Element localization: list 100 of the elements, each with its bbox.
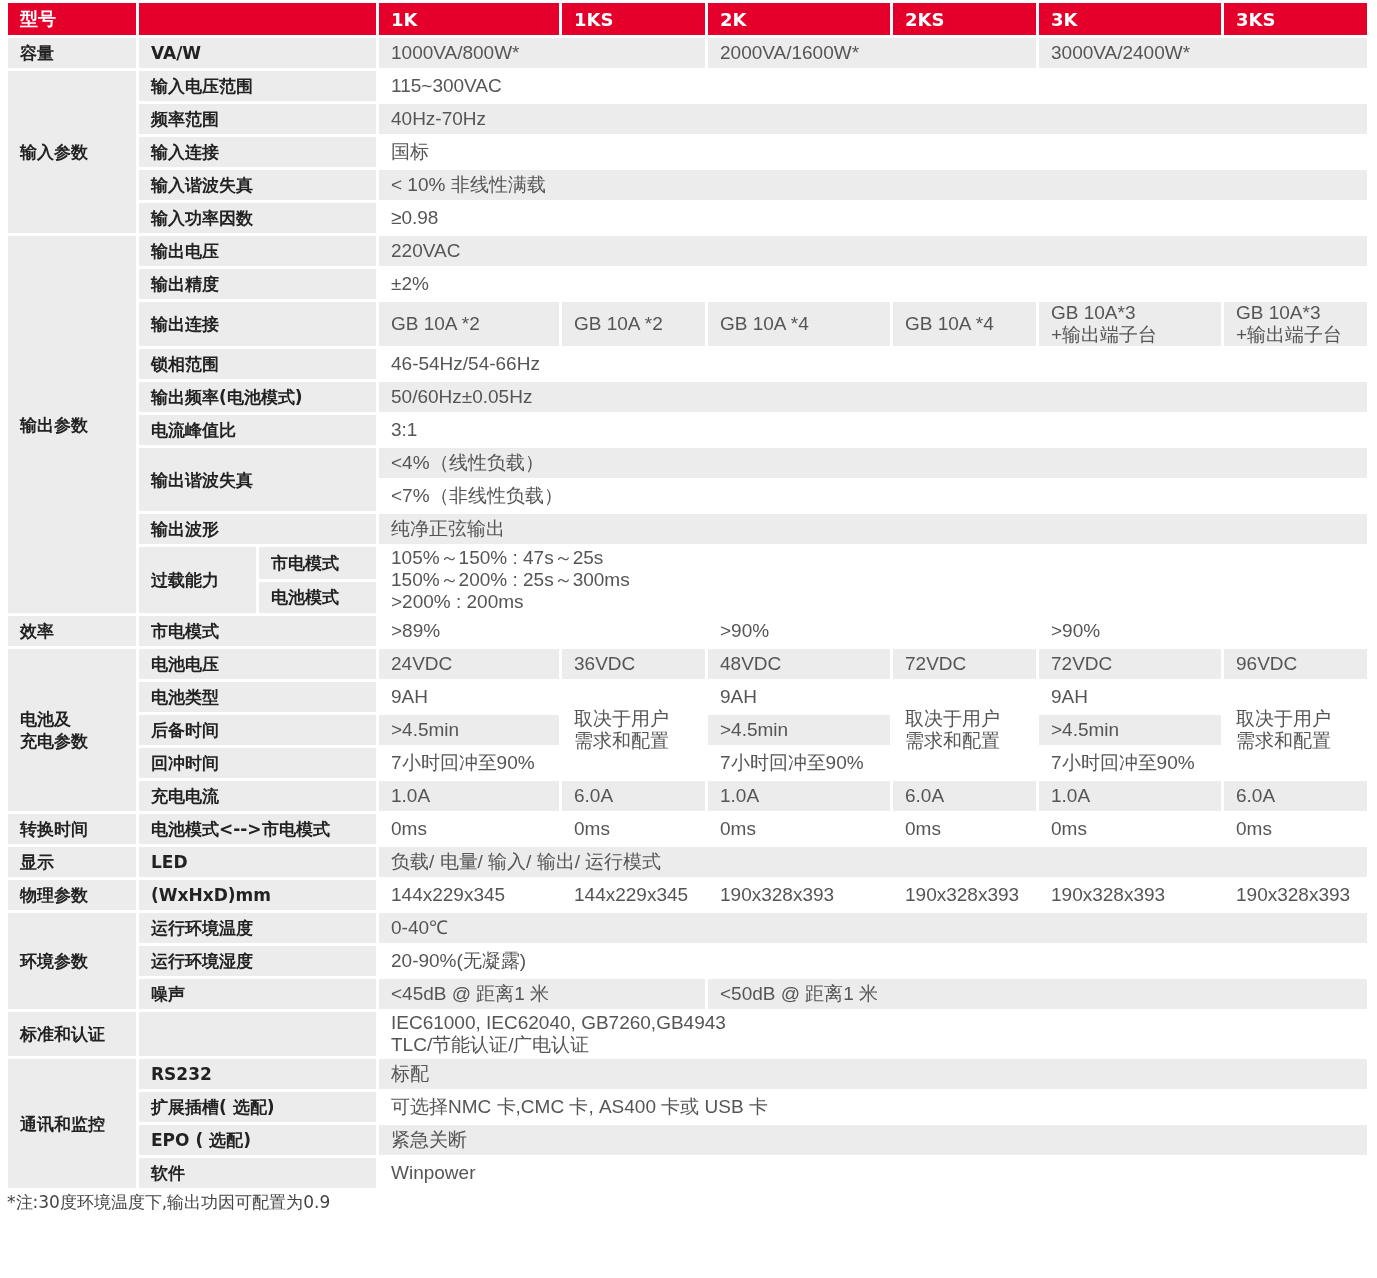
table-cell: 72VDC	[893, 649, 1036, 679]
table-cell: 40Hz-70Hz	[379, 104, 1367, 134]
table-cell: 软件	[139, 1158, 376, 1188]
table-cell: 6.0A	[1224, 781, 1367, 811]
table-cell: <50dB @ 距离1 米	[708, 979, 1367, 1009]
table-cell: (WxHxD)mm	[139, 880, 376, 910]
table-cell: >4.5min	[1039, 715, 1221, 745]
table-cell: 输入连接	[139, 137, 376, 167]
table-cell: 紧急关断	[379, 1125, 1367, 1155]
cell-text: 取决于用户	[905, 708, 1000, 730]
table-cell: 扩展插槽( 选配)	[139, 1092, 376, 1122]
column-header: 1KS	[562, 3, 705, 35]
table-cell: 2000VA/1600W*	[708, 38, 1036, 68]
table-cell: 标准和认证	[8, 1012, 136, 1056]
table-cell: 输出参数	[8, 236, 136, 613]
cell-text: GB 10A*3	[1051, 302, 1136, 324]
table-cell: 市电模式	[259, 547, 376, 579]
table-cell: LED	[139, 847, 376, 877]
table-cell: 1000VA/800W*	[379, 38, 705, 68]
table-cell: 50/60Hz±0.05Hz	[379, 382, 1367, 412]
table-cell: 36VDC	[562, 649, 705, 679]
table-cell: 噪声	[139, 979, 376, 1009]
table-cell: 3000VA/2400W*	[1039, 38, 1367, 68]
table-cell: 输入参数	[8, 71, 136, 233]
table-cell: 回冲时间	[139, 748, 376, 778]
table-cell: 效率	[8, 616, 136, 646]
column-header: 1K	[379, 3, 559, 35]
cell-text: GB 10A*3	[1236, 302, 1321, 324]
table-cell: 锁相范围	[139, 349, 376, 379]
table-cell: >4.5min	[708, 715, 890, 745]
cell-text: 充电参数	[20, 730, 88, 752]
table-cell: 输出波形	[139, 514, 376, 544]
table-cell: 运行环境湿度	[139, 946, 376, 976]
table-cell: 电池模式<-->市电模式	[139, 814, 376, 844]
table-cell: 标配	[379, 1059, 1367, 1089]
table-cell: 输出精度	[139, 269, 376, 299]
table-cell: 运行环境温度	[139, 913, 376, 943]
column-header: 2KS	[893, 3, 1036, 35]
table-cell: 显示	[8, 847, 136, 877]
table-cell: 1.0A	[1039, 781, 1221, 811]
table-cell: RS232	[139, 1059, 376, 1089]
table-cell: 6.0A	[562, 781, 705, 811]
cell-text: 电池及	[20, 708, 71, 730]
table-cell: 负载/ 电量/ 输入/ 输出/ 运行模式	[379, 847, 1367, 877]
table-cell: >4.5min	[379, 715, 559, 745]
table-cell: 通讯和监控	[8, 1059, 136, 1188]
table-cell: GB 10A *4	[708, 302, 890, 346]
footnote: *注:30度环境温度下,输出功因可配置为0.9	[7, 1191, 332, 1214]
table-cell: <4%（线性负载）	[379, 448, 1367, 478]
table-cell: 72VDC	[1039, 649, 1221, 679]
table-cell: 市电模式	[139, 616, 376, 646]
cell-text: 105%～150% : 47s～25s	[391, 547, 604, 569]
table-cell: GB 10A *2	[379, 302, 559, 346]
table-cell: 48VDC	[708, 649, 890, 679]
table-cell: 电池类型	[139, 682, 376, 712]
table-cell: 转换时间	[8, 814, 136, 844]
table-cell: 24VDC	[379, 649, 559, 679]
column-header: 3KS	[1224, 3, 1367, 35]
table-cell: 物理参数	[8, 880, 136, 910]
table-cell: 输出谐波失真	[139, 448, 376, 511]
table-cell: 后备时间	[139, 715, 376, 745]
cell-text: TLC/节能认证/广电认证	[391, 1034, 590, 1056]
table-cell: 输出电压	[139, 236, 376, 266]
table-cell: 输出连接	[139, 302, 376, 346]
cell-text: 150%～200% : 25s～300ms	[391, 569, 630, 591]
table-cell: 输出频率(电池模式)	[139, 382, 376, 412]
column-header: 型号	[8, 3, 136, 35]
table-cell: 输入谐波失真	[139, 170, 376, 200]
cell-text: IEC61000, IEC62040, GB7260,GB4943	[391, 1012, 726, 1034]
cell-text: 取决于用户	[574, 708, 669, 730]
table-cell: 输入电压范围	[139, 71, 376, 101]
table-cell: 充电电流	[139, 781, 376, 811]
cell-text: 需求和配置	[574, 730, 669, 752]
cell-text: 需求和配置	[1236, 730, 1331, 752]
table-cell: 0-40℃	[379, 913, 1367, 943]
table-cell: 过载能力	[139, 547, 256, 613]
table-cell: 输入功率因数	[139, 203, 376, 233]
table-cell: 电池电压	[139, 649, 376, 679]
table-cell: 220VAC	[379, 236, 1367, 266]
table-cell: 6.0A	[893, 781, 1036, 811]
table-cell: GB 10A *2	[562, 302, 705, 346]
table-cell: 纯净正弦输出	[379, 514, 1367, 544]
table-cell: 容量	[8, 38, 136, 68]
table-cell: 环境参数	[8, 913, 136, 1009]
cell-text: +输出端子台	[1236, 324, 1343, 346]
table-cell: 频率范围	[139, 104, 376, 134]
table-cell: 1.0A	[708, 781, 890, 811]
table-cell: 电流峰值比	[139, 415, 376, 445]
table-cell: 电池模式	[259, 581, 376, 613]
cell-text: 需求和配置	[905, 730, 1000, 752]
table-cell: < 10% 非线性满载	[379, 170, 1367, 200]
column-header: 2K	[708, 3, 890, 35]
table-cell: 1.0A	[379, 781, 559, 811]
table-cell: 96VDC	[1224, 649, 1367, 679]
table-cell: GB 10A *4	[893, 302, 1036, 346]
column-header: 3K	[1039, 3, 1221, 35]
cell-text: +输出端子台	[1051, 324, 1158, 346]
table-cell: EPO ( 选配)	[139, 1125, 376, 1155]
table-cell: <45dB @ 距离1 米	[379, 979, 705, 1009]
cell-text: 取决于用户	[1236, 708, 1331, 730]
